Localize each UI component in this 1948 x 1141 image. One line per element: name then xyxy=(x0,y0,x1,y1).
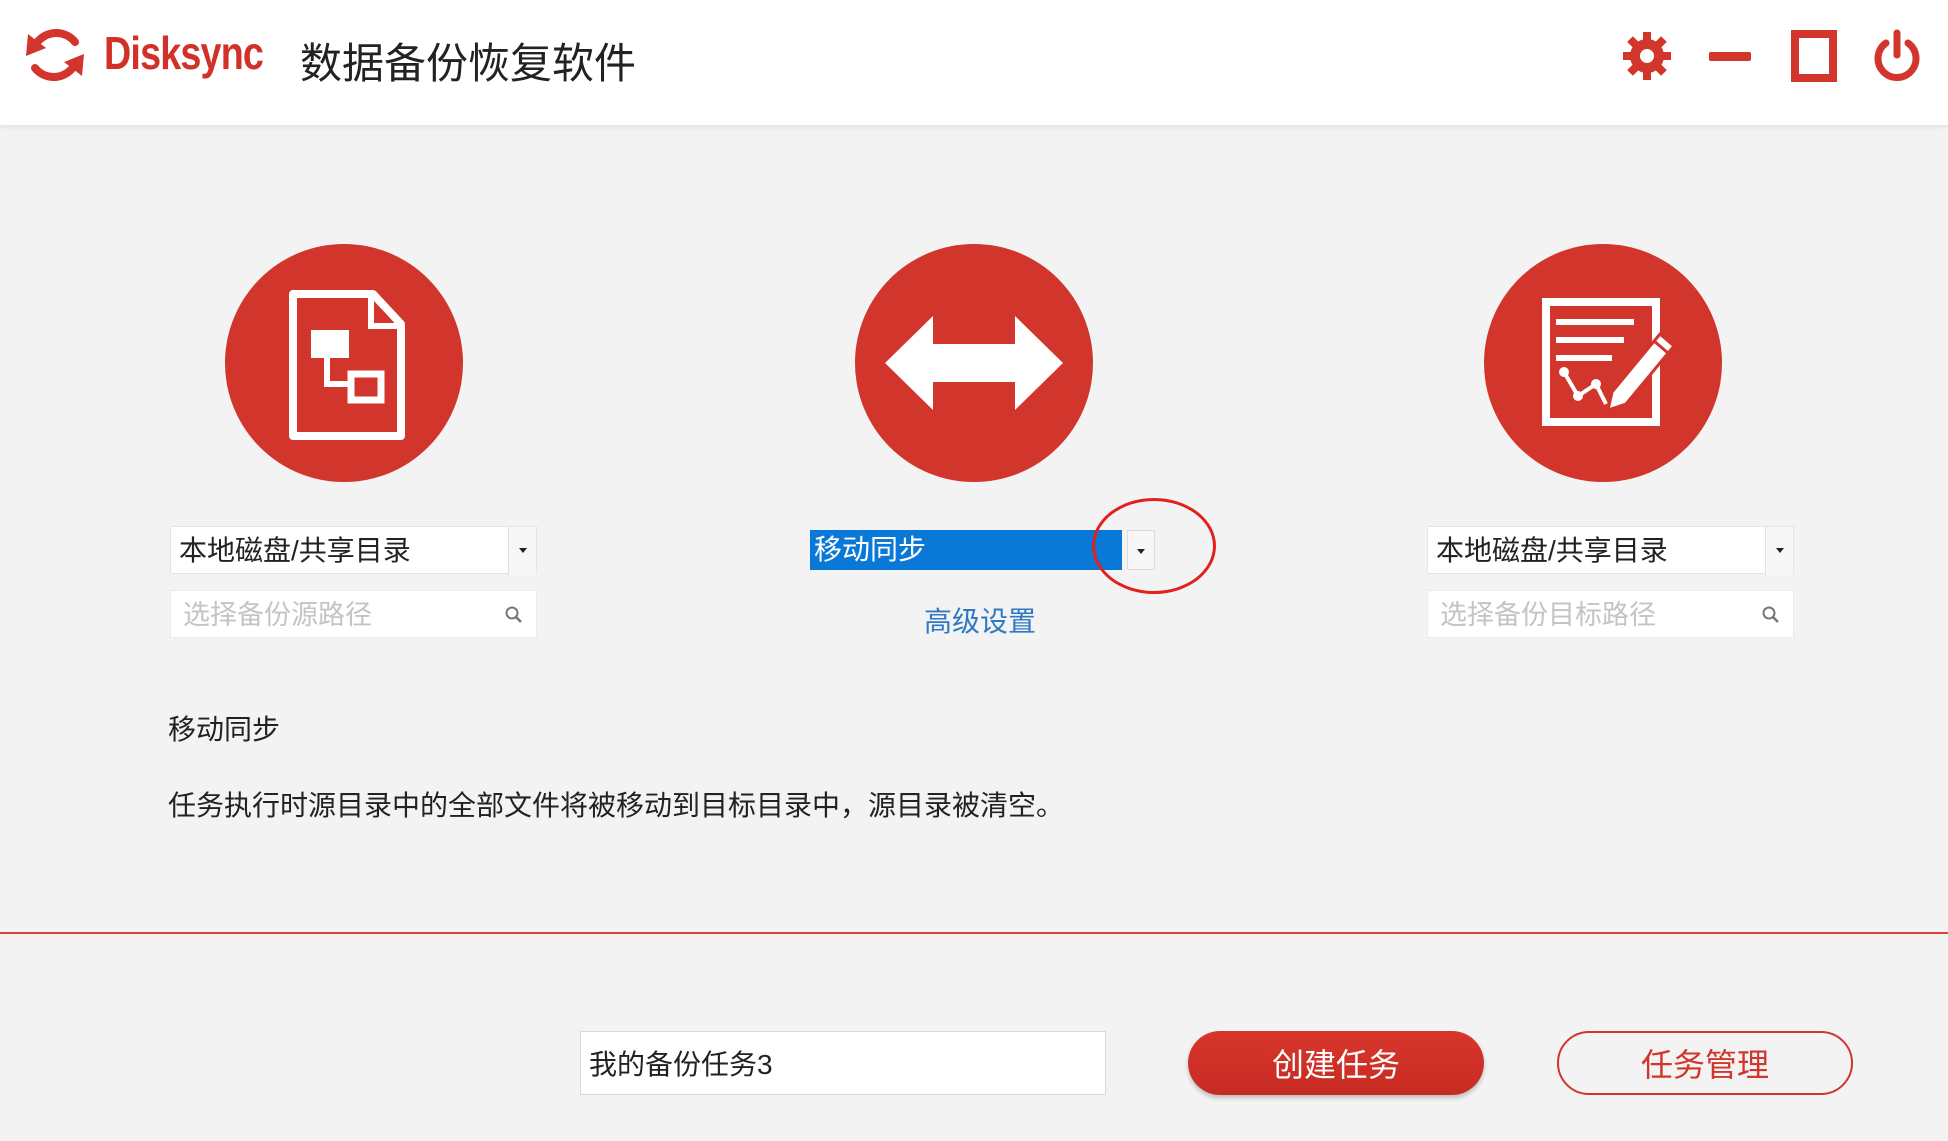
target-path-placeholder: 选择备份目标路径 xyxy=(1440,600,1656,630)
target-edit-icon[interactable] xyxy=(1484,244,1722,482)
source-type-value: 本地磁盘/共享目录 xyxy=(179,535,411,566)
search-icon[interactable] xyxy=(504,605,524,625)
divider xyxy=(0,932,1948,934)
task-name-input[interactable] xyxy=(580,1031,1106,1095)
mode-description-text: 任务执行时源目录中的全部文件将被移动到目标目录中，源目录被清空。 xyxy=(168,790,1065,821)
target-path-input[interactable]: 选择备份目标路径 xyxy=(1427,590,1794,638)
brand-name: Disksync xyxy=(104,27,264,79)
create-task-button[interactable]: 创建任务 xyxy=(1188,1031,1484,1095)
power-icon[interactable] xyxy=(1869,28,1925,84)
target-type-value: 本地磁盘/共享目录 xyxy=(1436,535,1668,566)
app-title: 数据备份恢复软件 xyxy=(300,40,637,87)
task-manage-button[interactable]: 任务管理 xyxy=(1557,1031,1853,1095)
bidirectional-arrow-icon[interactable] xyxy=(855,244,1093,482)
advanced-settings-link[interactable]: 高级设置 xyxy=(924,600,1036,640)
maximize-icon[interactable] xyxy=(1786,28,1842,84)
chevron-down-icon[interactable] xyxy=(1765,527,1793,575)
minimize-icon[interactable] xyxy=(1702,28,1758,84)
app-window: Disksync 数据备份恢复软件 本地磁盘/共享目录 选择备份源路径 移动同步… xyxy=(0,0,1948,1141)
source-path-placeholder: 选择备份源路径 xyxy=(183,600,372,630)
source-file-icon[interactable] xyxy=(225,244,463,482)
gear-icon[interactable] xyxy=(1619,28,1675,84)
mode-description-title: 移动同步 xyxy=(168,714,281,745)
highlight-circle xyxy=(1092,498,1216,594)
sync-logo-icon xyxy=(20,20,90,90)
source-type-select[interactable]: 本地磁盘/共享目录 xyxy=(170,526,537,575)
target-type-select[interactable]: 本地磁盘/共享目录 xyxy=(1427,526,1794,575)
source-path-input[interactable]: 选择备份源路径 xyxy=(170,590,537,638)
chevron-down-icon[interactable] xyxy=(508,527,536,575)
title-bar: Disksync 数据备份恢复软件 xyxy=(0,0,1948,125)
sync-mode-value: 移动同步 xyxy=(810,530,1122,570)
search-icon[interactable] xyxy=(1761,605,1781,625)
